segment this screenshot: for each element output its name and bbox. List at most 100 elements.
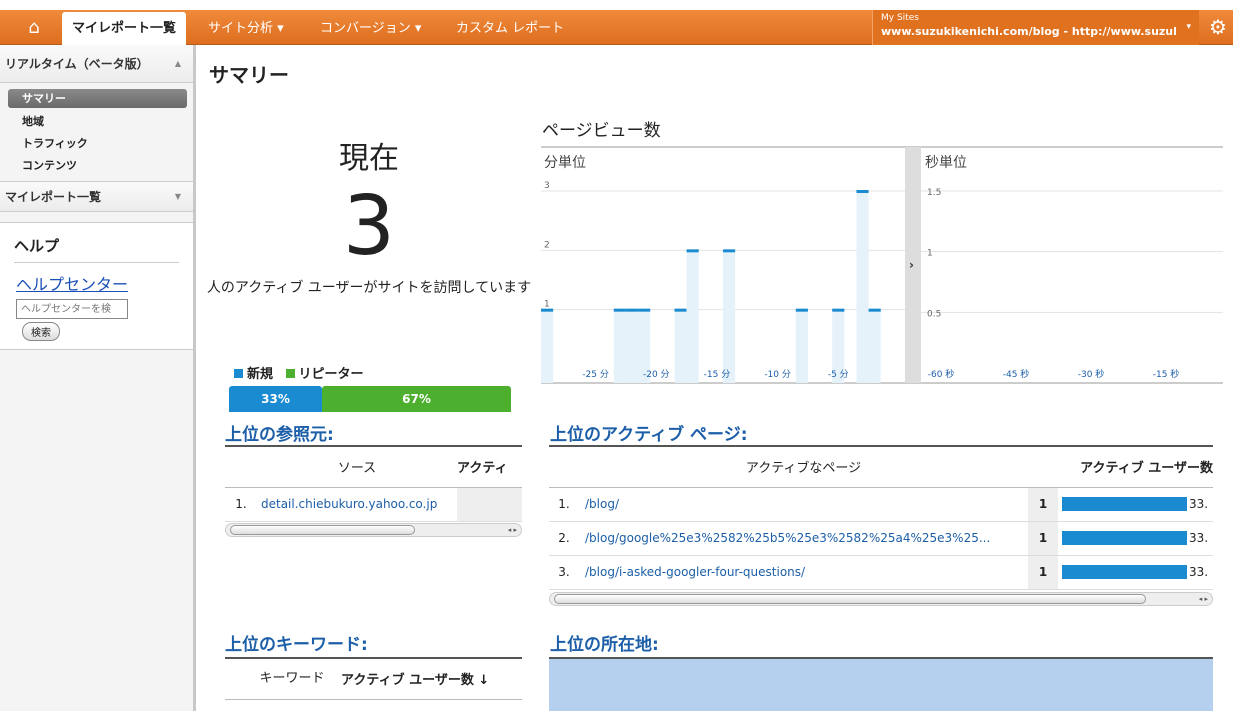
referrer-link[interactable]: detail.chiebukuro.yahoo.co.jp	[261, 497, 437, 511]
site-name: www.suzukikenichi.com/blog - http://www.…	[881, 25, 1176, 38]
pageview-bar-cap	[795, 308, 808, 312]
col-source: ソース	[257, 447, 457, 488]
referrers-title: 上位の参照元:	[225, 425, 334, 445]
pageview-bar	[613, 309, 626, 383]
legend-new: 新規	[247, 367, 274, 382]
scroll-arrows-icon[interactable]: ◂ ▸	[1199, 593, 1208, 605]
x-tick-label: -30 秒	[1078, 368, 1105, 380]
chevron-down-icon: ▼	[174, 192, 181, 201]
sidebar-item-summary[interactable]: サマリー	[8, 89, 187, 108]
page-link[interactable]: /blog/i-asked-googler-four-questions/	[585, 565, 805, 579]
sidebar-section-label: リアルタイム（ベータ版）	[5, 57, 149, 71]
pageview-bar	[541, 309, 554, 383]
sidebar-section-myreports[interactable]: マイレポート一覧 ▼	[0, 182, 193, 212]
pageview-bar-cap	[832, 308, 845, 312]
tab-site-analysis[interactable]: サイト分析 ▾	[198, 12, 294, 45]
y-tick-label: 1.5	[927, 188, 941, 198]
second-panel-title: 秒単位	[925, 155, 967, 171]
pageview-bar	[674, 309, 687, 383]
visitor-legend: 新規 リピーター	[234, 363, 364, 382]
realtime-submenu: サマリー 地域 トラフィック コンテンツ	[0, 83, 193, 182]
scroll-thumb[interactable]	[230, 524, 415, 535]
keywords-title: 上位のキーワード:	[225, 635, 368, 655]
pageview-bar-cap	[723, 249, 736, 253]
tab-custom-reports[interactable]: カスタム レポート	[446, 12, 574, 45]
now-label: 現在	[339, 141, 399, 176]
sidebar-section-realtime[interactable]: リアルタイム（ベータ版） ▲	[0, 45, 193, 83]
y-tick-label: 0.5	[927, 309, 941, 319]
col-active: アクティ	[457, 447, 522, 488]
sidebar: リアルタイム（ベータ版） ▲ サマリー 地域 トラフィック コンテンツ マイレポ…	[0, 45, 196, 711]
sidebar-item-traffic[interactable]: トラフィック	[0, 133, 193, 155]
returning-visitor-segment: 67%	[322, 386, 511, 412]
help-search-button[interactable]: 検索	[22, 322, 60, 341]
horizontal-scrollbar[interactable]: ◂ ▸	[549, 591, 1213, 606]
help-title: ヘルプ	[14, 235, 179, 263]
share-bar	[1062, 531, 1187, 546]
page-link[interactable]: /blog/google%25e3%2582%25b5%25e3%2582%25…	[585, 531, 990, 545]
col-keyword: キーワード	[257, 659, 327, 700]
top-nav: ⌂ マイレポート一覧 サイト分析 ▾ コンバージョン ▾ カスタム レポート M…	[0, 10, 1233, 45]
home-icon[interactable]: ⌂	[14, 16, 54, 40]
y-tick-label: 1	[927, 249, 933, 259]
x-tick-label: -60 秒	[928, 368, 955, 380]
help-center-link[interactable]: ヘルプセンター	[14, 271, 179, 295]
x-tick-label: -25 分	[582, 369, 609, 380]
pageviews-title: ページビュー数	[542, 121, 661, 141]
x-tick-label: -15 分	[704, 369, 731, 380]
legend-swatch-returning	[285, 369, 295, 378]
row-number: 1.	[549, 487, 579, 522]
tab-my-reports[interactable]: マイレポート一覧	[62, 12, 187, 45]
chevron-right-icon: ›	[909, 258, 914, 272]
active-users-panel: 現在 3 人のアクティブ ユーザーがサイトを訪問しています	[199, 133, 539, 299]
chevron-up-icon: ▲	[174, 59, 181, 68]
pageview-bar-cap	[868, 308, 881, 312]
share-pct: 33.	[1189, 564, 1209, 579]
pageview-bar	[856, 191, 869, 383]
page-link[interactable]: /blog/	[585, 497, 619, 511]
minute-panel-title: 分単位	[544, 155, 586, 171]
active-user-count: 3	[342, 179, 396, 274]
visitor-split-bar: 33% 67%	[229, 386, 511, 412]
page-count: 1	[1028, 487, 1058, 522]
share-pct: 33.	[1189, 530, 1209, 545]
pageview-bar	[625, 309, 639, 383]
pageview-bar-cap	[856, 190, 869, 193]
new-visitor-segment: 33%	[229, 386, 323, 412]
table-row: 1. detail.chiebukuro.yahoo.co.jp	[225, 487, 522, 522]
col-users: アクティブ ユーザー数	[1028, 447, 1213, 488]
horizontal-scrollbar[interactable]: ◂ ▸	[225, 522, 522, 537]
gear-icon[interactable]: ⚙	[1205, 14, 1231, 40]
tab-conversions[interactable]: コンバージョン ▾	[310, 12, 431, 45]
pageview-bar-cap	[613, 308, 626, 312]
pageview-bar	[723, 250, 736, 383]
chevron-down-icon: ▾	[1186, 22, 1191, 32]
active-users-description: 人のアクティブ ユーザーがサイトを訪問しています	[206, 280, 532, 296]
locations-title: 上位の所在地:	[550, 635, 659, 655]
sidebar-item-content[interactable]: コンテンツ	[0, 155, 193, 177]
row-number: 1.	[225, 487, 257, 522]
share-bar	[1062, 565, 1187, 580]
col-users-sortable[interactable]: アクティブ ユーザー数 ↓	[327, 659, 522, 700]
scroll-arrows-icon[interactable]: ◂ ▸	[508, 524, 517, 536]
pageview-bar-cap	[674, 308, 687, 312]
sidebar-item-location[interactable]: 地域	[0, 111, 193, 133]
site-selector[interactable]: My Sites www.suzukikenichi.com/blog - ht…	[872, 10, 1199, 45]
share-bar	[1062, 497, 1187, 512]
pages-table: アクティブなページ アクティブ ユーザー数 1. /blog/ 1 33. 2. …	[549, 445, 1213, 606]
help-search-input[interactable]	[16, 299, 128, 319]
pageview-bar-cap	[638, 308, 651, 312]
pageview-bar-cap	[625, 308, 639, 312]
pageviews-chart: › 分単位 秒単位 1 2 3 -25 分 -20 分 -15 分 -10 分 -5 分 0.5 1 1.…	[541, 146, 1223, 384]
locations-map[interactable]	[549, 657, 1213, 711]
x-tick-label: -45 秒	[1003, 368, 1030, 380]
table-row: 2. /blog/google%25e3%2582%25b5%25e3%2582…	[549, 521, 1213, 556]
sort-down-icon: ↓	[478, 673, 490, 689]
scroll-thumb[interactable]	[554, 593, 1146, 604]
col-users-label: アクティブ ユーザー数	[341, 673, 474, 689]
keywords-table: キーワード アクティブ ユーザー数 ↓	[225, 657, 522, 711]
page-count: 1	[1028, 555, 1058, 590]
pageview-bar	[795, 309, 808, 383]
legend-swatch-new	[234, 369, 243, 378]
main-content: サマリー 現在 3 人のアクティブ ユーザーがサイトを訪問しています 新規 リピ…	[199, 45, 1233, 711]
